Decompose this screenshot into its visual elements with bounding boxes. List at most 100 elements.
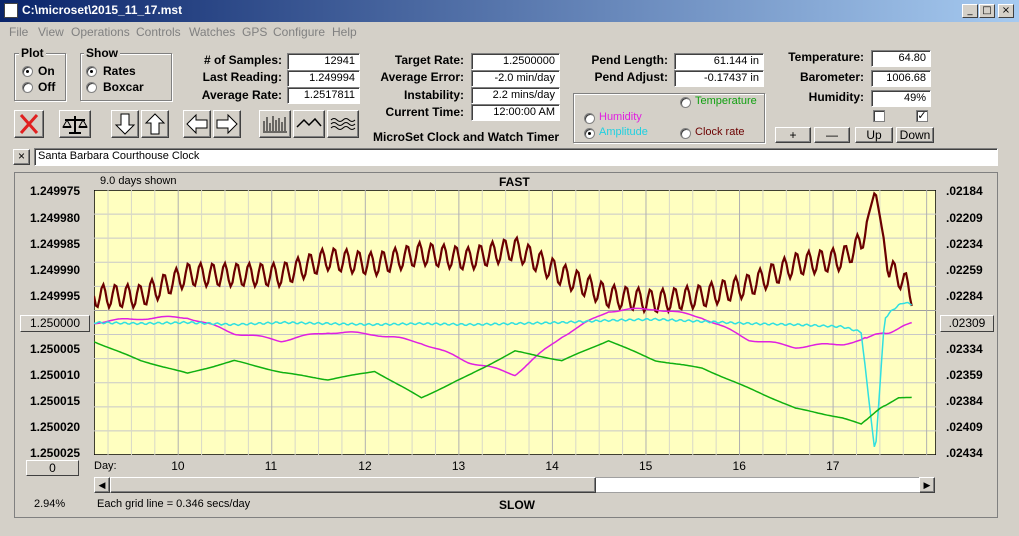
menu-configure[interactable]: Configure bbox=[273, 25, 325, 39]
pend-adjust-value: -0.17437 in bbox=[674, 70, 764, 87]
plot-off-radio[interactable] bbox=[22, 82, 33, 93]
scrollbar-track[interactable] bbox=[596, 478, 919, 492]
last-reading-value: 1.249994 bbox=[287, 70, 360, 87]
show-group-title: Show bbox=[84, 46, 120, 60]
left-axis-tick-label: 1.250025 bbox=[30, 446, 81, 460]
minimize-button[interactable]: _ bbox=[962, 4, 978, 18]
menu-gps[interactable]: GPS bbox=[242, 25, 267, 39]
scale-plus-button[interactable]: + bbox=[775, 127, 811, 143]
day-tick-label: 10 bbox=[171, 459, 185, 473]
clear-clock-button[interactable]: × bbox=[13, 149, 30, 165]
clock-rate-option-label: Clock rate bbox=[695, 126, 745, 138]
menu-controls[interactable]: Controls bbox=[136, 25, 181, 39]
temperature-radio[interactable] bbox=[680, 97, 691, 108]
scroll-down-button[interactable] bbox=[111, 110, 139, 138]
left-axis-tick-label: 1.249990 bbox=[30, 263, 81, 277]
left-axis-tick-label: 1.250005 bbox=[30, 342, 81, 356]
plot-off-label: Off bbox=[38, 80, 56, 94]
center-rate-button[interactable]: 1.250000 bbox=[20, 315, 90, 332]
show-boxcar-label: Boxcar bbox=[103, 80, 144, 94]
pend-adjust-label: Pend Adjust: bbox=[594, 70, 668, 84]
right-axis-tick-label: .02409 bbox=[946, 420, 983, 434]
scroll-up-button[interactable] bbox=[141, 110, 169, 138]
scroll-left-button[interactable] bbox=[183, 110, 211, 138]
menu-help[interactable]: Help bbox=[332, 25, 357, 39]
barometer-label: Barometer: bbox=[799, 70, 864, 84]
balance-button[interactable] bbox=[59, 110, 91, 138]
target-rate-value: 1.2500000 bbox=[471, 53, 560, 70]
up-arrow-icon bbox=[144, 113, 166, 135]
plot-group-title: Plot bbox=[19, 46, 46, 60]
average-error-value: -2.0 min/day bbox=[471, 70, 560, 87]
show-boxcar-radio[interactable] bbox=[86, 82, 97, 93]
right-axis-tick-label: .02209 bbox=[946, 211, 983, 225]
plot-on-radio[interactable] bbox=[22, 66, 33, 77]
rate-chart bbox=[94, 190, 936, 455]
left-axis-tick-label: 1.249985 bbox=[30, 237, 81, 251]
menu-watches[interactable]: Watches bbox=[189, 25, 235, 39]
clock-rate-radio[interactable] bbox=[680, 128, 691, 139]
instability-label: Instability: bbox=[403, 88, 464, 102]
day-tick-label: 11 bbox=[264, 459, 278, 473]
scrollbar-thumb[interactable] bbox=[110, 477, 596, 493]
show-rates-label: Rates bbox=[103, 64, 136, 78]
scale-minus-button[interactable]: — bbox=[814, 127, 850, 143]
wave-view-button[interactable] bbox=[293, 110, 325, 138]
shift-down-button[interactable]: Down bbox=[896, 127, 934, 143]
right-axis-tick-label: .02259 bbox=[946, 263, 983, 277]
right-axis-tick-label: .02434 bbox=[946, 446, 983, 460]
humidity-radio[interactable] bbox=[584, 113, 595, 124]
left-axis-tick-label: 1.249975 bbox=[30, 184, 81, 198]
show-rates-radio[interactable] bbox=[86, 66, 97, 77]
maximize-button[interactable]: □ bbox=[979, 4, 995, 18]
menu-operations[interactable]: Operations bbox=[71, 25, 130, 39]
day-tick-label: 13 bbox=[451, 459, 466, 473]
menu-file[interactable]: File bbox=[9, 25, 28, 39]
target-rate-label: Target Rate: bbox=[394, 53, 464, 67]
window-title: C:\microset\2015_11_17.mst bbox=[22, 3, 183, 17]
temperature-option-label: Temperature bbox=[695, 95, 757, 107]
plot-on-label: On bbox=[38, 64, 55, 78]
left-axis-tick-label: 1.250015 bbox=[30, 394, 81, 408]
humidity-value: 49% bbox=[871, 90, 931, 107]
stop-button[interactable] bbox=[14, 110, 44, 138]
humidity-label: Humidity: bbox=[808, 90, 864, 104]
menu-view[interactable]: View bbox=[38, 25, 64, 39]
left-axis-tick-label: 1.250010 bbox=[30, 368, 81, 382]
app-name-label: MicroSet Clock and Watch Timer bbox=[373, 130, 560, 144]
grid-note-label: Each grid line = 0.346 secs/day bbox=[97, 498, 251, 510]
temperature-value: 64.80 bbox=[871, 50, 931, 67]
ripple-view-button[interactable] bbox=[327, 110, 359, 138]
app-icon bbox=[4, 3, 18, 18]
samples-value: 12941 bbox=[287, 53, 360, 70]
average-rate-label: Average Rate: bbox=[201, 88, 282, 102]
offset-button[interactable]: 0 bbox=[26, 460, 79, 476]
day-axis-label: Day: bbox=[94, 460, 117, 472]
day-tick-label: 14 bbox=[545, 459, 559, 473]
temperature-label: Temperature: bbox=[788, 50, 864, 64]
scroll-right-button[interactable] bbox=[213, 110, 241, 138]
clock-name-input[interactable]: Santa Barbara Courthouse Clock bbox=[34, 148, 998, 166]
menu-bar: File View Operations Controls Watches GP… bbox=[0, 22, 1019, 42]
right-axis-tick-label: .02184 bbox=[946, 184, 983, 198]
average-error-label: Average Error: bbox=[380, 70, 464, 84]
fast-label: FAST bbox=[499, 175, 530, 189]
current-time-label: Current Time: bbox=[385, 105, 464, 119]
scroll-right-arrow-icon[interactable]: ▶ bbox=[919, 477, 935, 493]
bar-view-button[interactable] bbox=[259, 110, 291, 138]
right-checkbox[interactable]: ✓ bbox=[916, 110, 928, 122]
balance-scale-icon bbox=[62, 116, 88, 134]
right-axis-tick-label: .02234 bbox=[946, 237, 983, 251]
barometer-value: 1006.68 bbox=[871, 70, 931, 87]
amplitude-radio[interactable] bbox=[584, 128, 595, 139]
left-axis-tick-label: 1.249995 bbox=[30, 289, 81, 303]
percent-label: 2.94% bbox=[34, 498, 66, 510]
instability-value: 2.2 mins/day bbox=[471, 87, 560, 104]
shift-up-button[interactable]: Up bbox=[855, 127, 893, 143]
close-button[interactable]: × bbox=[998, 4, 1014, 18]
center-amplitude-button[interactable]: .02309 bbox=[940, 315, 994, 332]
scroll-left-arrow-icon[interactable]: ◀ bbox=[94, 477, 110, 493]
humidity-option-label: Humidity bbox=[599, 111, 642, 123]
left-checkbox[interactable] bbox=[873, 110, 885, 122]
day-tick-label: 15 bbox=[638, 459, 653, 473]
